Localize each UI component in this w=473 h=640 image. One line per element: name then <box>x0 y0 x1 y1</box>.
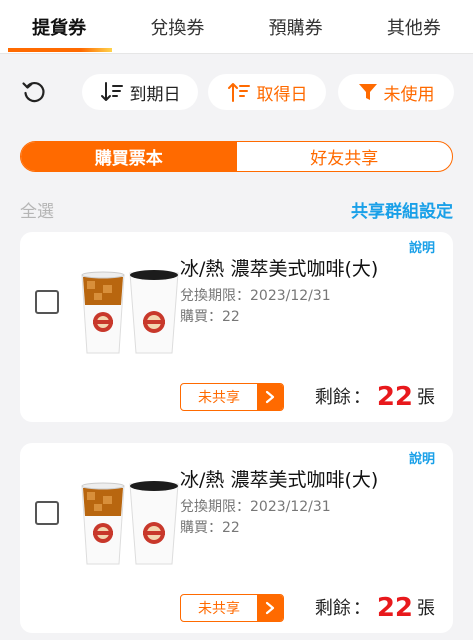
remaining-number: 22 <box>376 593 413 623</box>
voucher-purchased-count: 購買：22 <box>180 309 240 325</box>
remaining-count: 剩餘： 22 張 <box>314 382 435 412</box>
chevron-right-icon <box>257 595 283 621</box>
share-status-label: 未共享 <box>198 390 240 406</box>
sort-acquired-label: 取得日 <box>256 84 308 105</box>
sort-by-acquired-date-button[interactable]: 取得日 <box>208 74 326 110</box>
voucher-title: 冰/熱 濃萃美式咖啡(大) <box>180 469 379 491</box>
filter-row: 到期日 取得日 未使用 <box>0 72 473 112</box>
remaining-unit: 張 <box>417 598 435 619</box>
refresh-icon <box>22 81 45 103</box>
share-group-settings-link[interactable]: 共享群組設定 <box>351 197 453 222</box>
share-status-button[interactable]: 未共享 <box>180 594 284 622</box>
chevron-right-icon <box>257 384 283 410</box>
sort-descending-icon <box>100 82 123 101</box>
ticket-source-segmented-control: 購買票本 好友共享 <box>20 141 453 172</box>
explain-link[interactable]: 說明 <box>409 448 435 467</box>
remaining-count: 剩餘： 22 張 <box>314 593 435 623</box>
remaining-unit: 張 <box>417 387 435 408</box>
voucher-checkbox[interactable] <box>35 501 59 525</box>
refresh-button[interactable] <box>20 78 48 106</box>
segment-purchased-books[interactable]: 購買票本 <box>21 142 237 171</box>
remaining-label: 剩餘 <box>314 598 351 619</box>
voucher-expiry: 兌換期限：2023/12/31 <box>180 288 331 304</box>
voucher-checkbox[interactable] <box>35 290 59 314</box>
segment-friend-shared[interactable]: 好友共享 <box>237 142 453 171</box>
status-filter-button[interactable]: 未使用 <box>338 74 454 110</box>
tab-pickup-vouchers[interactable]: 提貨券 <box>0 0 118 54</box>
tab-exchange-vouchers[interactable]: 兌換券 <box>118 0 236 54</box>
filter-funnel-icon <box>358 84 377 100</box>
tab-preorder-vouchers[interactable]: 預購券 <box>237 0 355 54</box>
share-status-label: 未共享 <box>198 601 240 617</box>
remaining-number: 22 <box>376 382 413 412</box>
status-filter-label: 未使用 <box>383 84 435 105</box>
tab-divider <box>0 53 473 54</box>
voucher-expiry: 兌換期限：2023/12/31 <box>180 499 331 515</box>
share-status-button[interactable]: 未共享 <box>180 383 284 411</box>
tab-other-vouchers[interactable]: 其他券 <box>355 0 473 54</box>
voucher-card: 說明 冰/熱 濃萃美式咖啡(大) 兌換期限：2023/12/31 購買：22 未… <box>20 232 453 422</box>
voucher-purchased-count: 購買：22 <box>180 520 240 536</box>
remaining-label: 剩餘 <box>314 387 351 408</box>
top-tab-bar: 提貨券 兌換券 預購券 其他券 <box>0 0 473 54</box>
select-all-toggle[interactable]: 全選 <box>20 197 54 222</box>
sort-due-label: 到期日 <box>129 84 181 105</box>
voucher-title: 冰/熱 濃萃美式咖啡(大) <box>180 258 379 280</box>
sort-ascending-icon <box>227 83 250 102</box>
coffee-cups-image <box>81 270 179 354</box>
explain-link[interactable]: 說明 <box>409 237 435 256</box>
coffee-cups-image <box>81 481 179 565</box>
voucher-card: 說明 冰/熱 濃萃美式咖啡(大) 兌換期限：2023/12/31 購買：22 未… <box>20 443 453 633</box>
sort-by-due-date-button[interactable]: 到期日 <box>82 74 198 110</box>
